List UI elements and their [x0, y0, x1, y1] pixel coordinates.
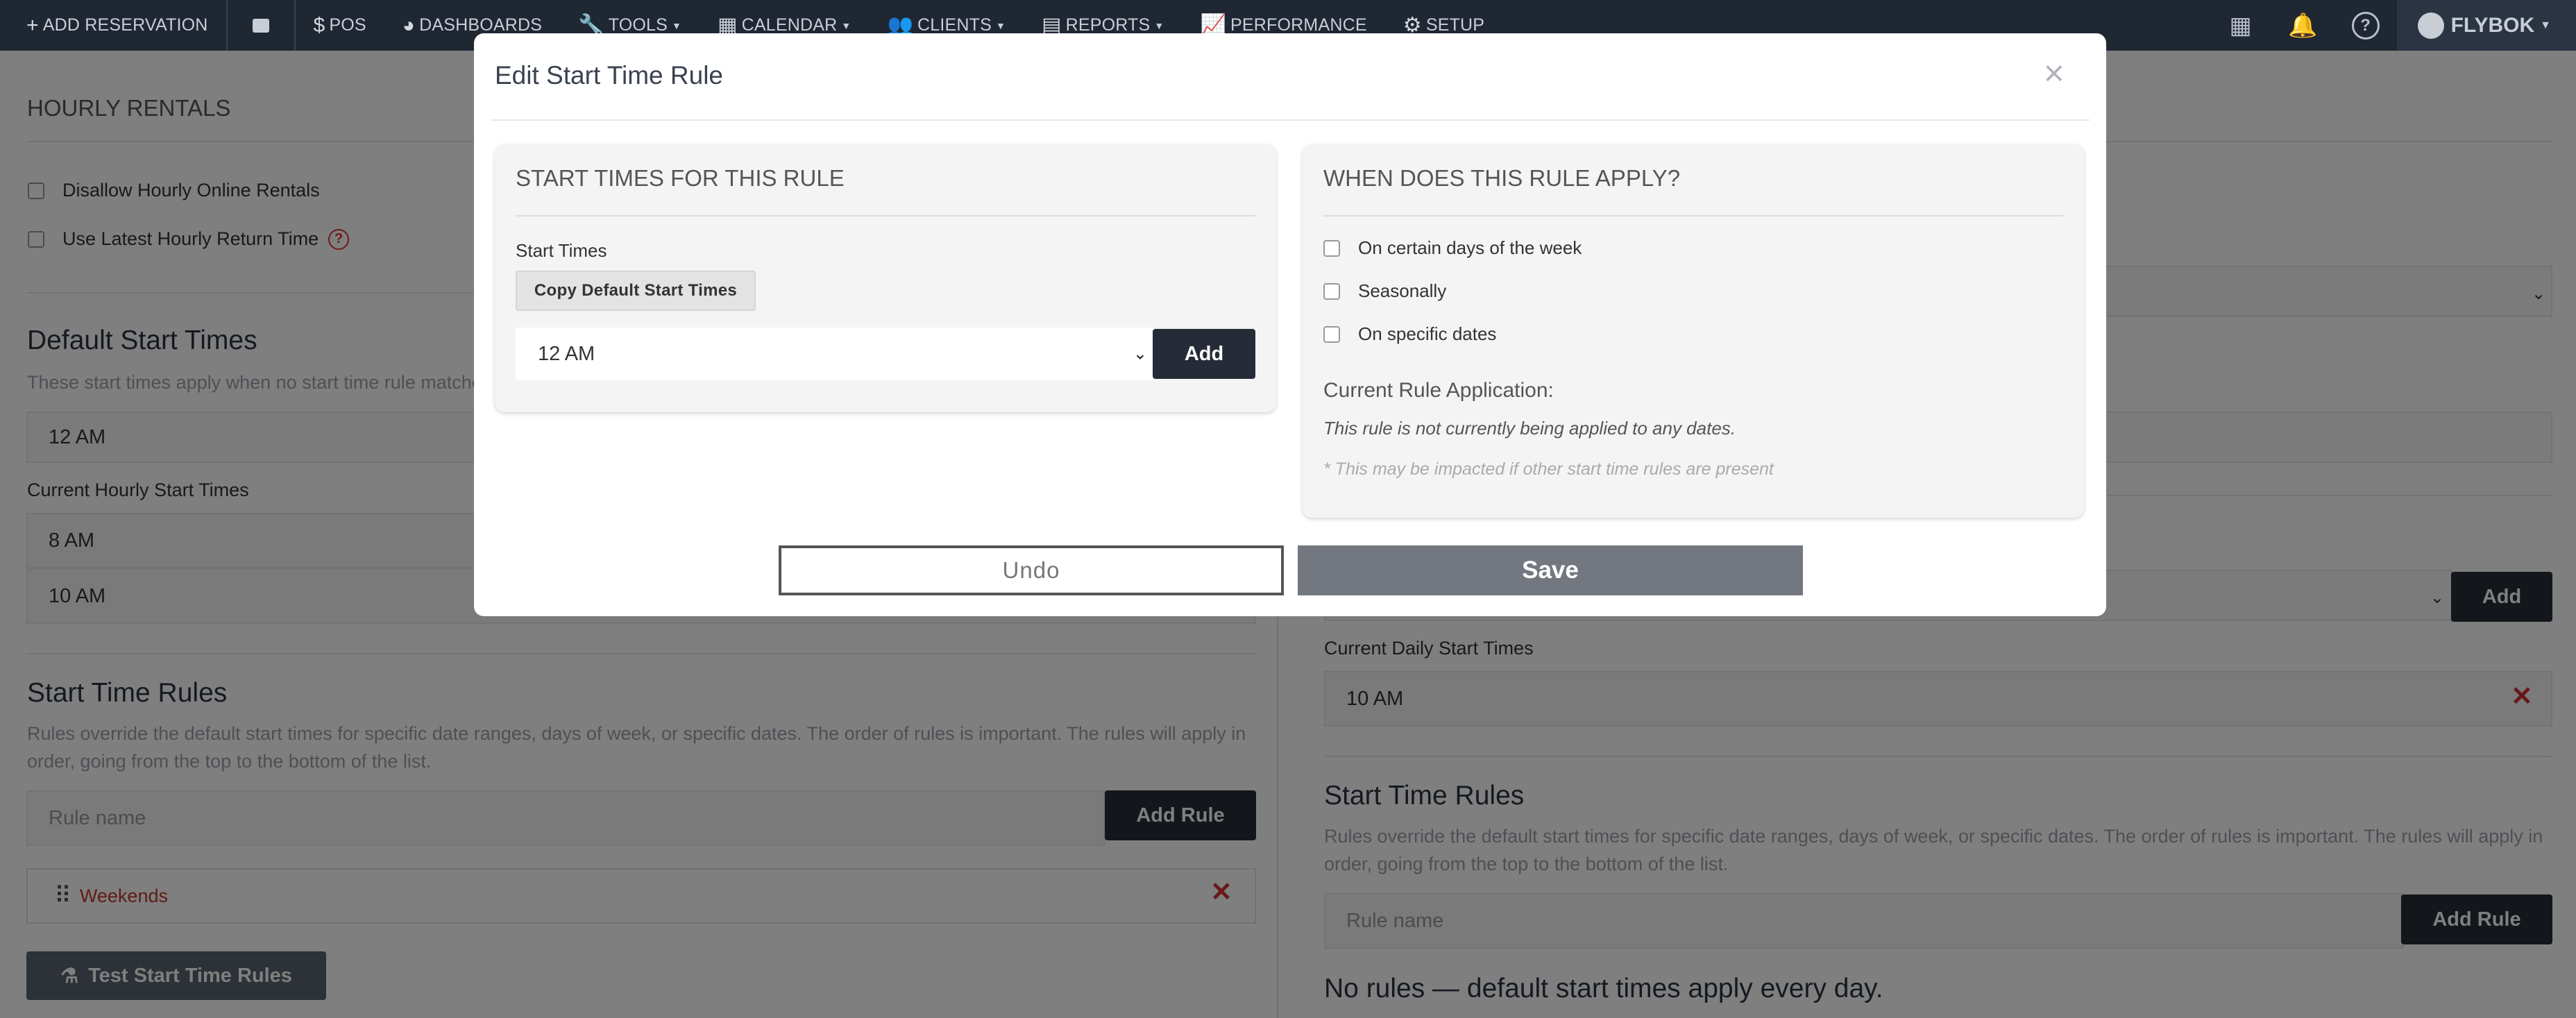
chevron-down-icon: ⌄ [1133, 344, 1147, 364]
current-rule-application-text: This rule is not currently being applied… [1323, 418, 1736, 439]
close-icon[interactable]: × [2044, 56, 2065, 92]
current-rule-application-heading: Current Rule Application: [1323, 379, 1554, 402]
modal-divider [491, 119, 2090, 121]
apps-grid-icon[interactable]: ▦ [2210, 0, 2272, 51]
days-of-week-checkbox[interactable] [1323, 239, 1340, 257]
panel-title: WHEN DOES THIS RULE APPLY? [1323, 165, 1681, 191]
caret-down-icon: ▼ [841, 19, 851, 31]
nav-reports-label: REPORTS [1065, 15, 1151, 35]
days-of-week-option: On certain days of the week [1323, 237, 1582, 259]
question-icon: ? [2351, 11, 2380, 40]
nav-performance-label: PERFORMANCE [1230, 15, 1367, 35]
globe-icon [2417, 12, 2444, 39]
nav-pos[interactable]: $ POS [294, 0, 384, 51]
edit-start-time-rule-modal: Edit Start Time Rule × START TIMES FOR T… [474, 33, 2106, 616]
panel-divider [516, 215, 1255, 217]
panel-title: START TIMES FOR THIS RULE [516, 165, 845, 191]
panel-divider [1323, 215, 2063, 217]
specific-dates-option: On specific dates [1323, 323, 1496, 345]
rule-impact-note: * This may be impacted if other start ti… [1323, 459, 1774, 479]
nav-dashboards-label: DASHBOARDS [419, 15, 543, 35]
caret-down-icon: ▼ [2540, 19, 2551, 31]
start-time-select[interactable]: 12 AM ⌄ [516, 328, 1154, 380]
days-of-week-label: On certain days of the week [1358, 237, 1582, 258]
message-icon [252, 18, 269, 33]
specific-dates-checkbox[interactable] [1323, 325, 1340, 343]
help-button[interactable]: ? [2334, 0, 2397, 51]
caret-down-icon: ▼ [996, 19, 1006, 31]
start-times-label: Start Times [516, 240, 607, 261]
undo-button[interactable]: Undo [779, 545, 1284, 595]
user-menu[interactable]: FLYBOK ▼ [2396, 0, 2576, 51]
start-times-panel: START TIMES FOR THIS RULE Start Times Co… [495, 144, 1276, 412]
seasonally-option: Seasonally [1323, 280, 1446, 302]
copy-default-start-times-button[interactable]: Copy Default Start Times [516, 271, 756, 311]
plus-icon: + [26, 13, 39, 37]
add-reservation-button[interactable]: + ADD RESERVATION [0, 0, 226, 51]
specific-dates-label: On specific dates [1358, 323, 1497, 344]
dollar-icon: $ [313, 13, 325, 37]
seasonally-checkbox[interactable] [1323, 282, 1340, 300]
nav-setup-label: SETUP [1425, 15, 1485, 35]
nav-tools-label: TOOLS [608, 15, 668, 35]
message-button[interactable] [226, 0, 294, 51]
add-reservation-label: ADD RESERVATION [42, 15, 208, 35]
rule-application-panel: WHEN DOES THIS RULE APPLY? On certain da… [1303, 144, 2084, 518]
caret-down-icon: ▼ [1154, 19, 1164, 31]
caret-down-icon: ▼ [672, 19, 682, 31]
nav-calendar-label: CALENDAR [741, 15, 838, 35]
bell-icon[interactable]: 🔔 [2272, 0, 2334, 51]
start-time-select-value: 12 AM [538, 342, 595, 365]
add-start-time-button[interactable]: Add [1153, 329, 1255, 379]
nav-pos-label: POS [329, 15, 366, 35]
gauge-icon: ◕ [402, 13, 416, 37]
modal-title: Edit Start Time Rule [495, 61, 724, 90]
nav-clients-label: CLIENTS [917, 15, 992, 35]
nav-right: ▦ 🔔 ? FLYBOK ▼ [2210, 0, 2576, 51]
user-name: FLYBOK [2450, 13, 2535, 37]
save-button[interactable]: Save [1298, 545, 1803, 595]
seasonally-label: Seasonally [1358, 280, 1447, 301]
